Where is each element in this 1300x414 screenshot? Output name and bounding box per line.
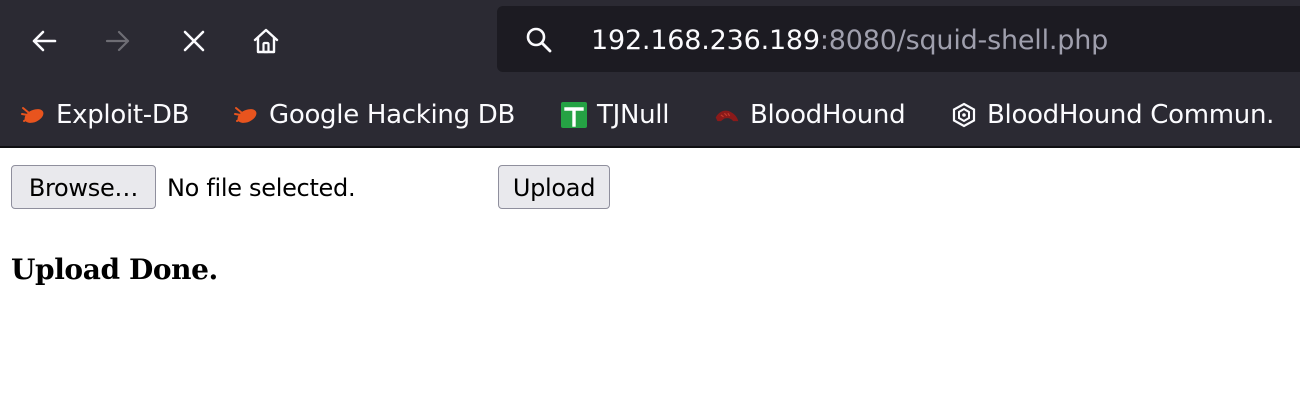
bookmark-label: TJNull	[597, 100, 670, 130]
bookmark-label: Exploit-DB	[56, 100, 190, 130]
stop-button[interactable]	[174, 21, 214, 61]
address-bar[interactable]: 192.168.236.189:8080/squid-shell.php	[497, 6, 1300, 72]
bloodhound-community-icon	[951, 102, 977, 128]
exploit-db-icon	[233, 102, 259, 128]
bookmark-label: BloodHound	[750, 100, 906, 130]
file-status-text: No file selected.	[167, 174, 356, 202]
navigation-toolbar: 192.168.236.189:8080/squid-shell.php	[0, 0, 1300, 86]
bookmark-exploit-db[interactable]: Exploit-DB	[20, 97, 189, 133]
bookmarks-toolbar: Exploit-DB Google Hacking DB TJNull Bloo…	[0, 86, 1300, 148]
bookmark-google-hacking-db[interactable]: Google Hacking DB	[233, 97, 515, 133]
close-icon	[183, 30, 205, 52]
home-icon	[253, 28, 279, 54]
url-text[interactable]: 192.168.236.189:8080/squid-shell.php	[591, 23, 1108, 59]
arrow-right-icon	[105, 30, 130, 52]
home-button[interactable]	[246, 21, 286, 61]
tjnull-icon	[561, 102, 587, 128]
bookmark-label: BloodHound Commun.	[987, 100, 1275, 130]
forward-button[interactable]	[98, 21, 138, 61]
url-path: :8080/squid-shell.php	[819, 25, 1109, 56]
bookmark-tjnull[interactable]: TJNull	[561, 97, 669, 133]
bookmark-bloodhound[interactable]: BloodHound	[714, 97, 906, 133]
url-host: 192.168.236.189	[591, 25, 820, 56]
arrow-left-icon	[32, 30, 57, 52]
exploit-db-icon	[20, 102, 46, 128]
bookmark-bloodhound-community[interactable]: BloodHound Commun.	[951, 97, 1274, 133]
upload-status-message: Upload Done.	[11, 253, 218, 286]
browse-button[interactable]: Browse…	[11, 165, 156, 209]
bloodhound-icon	[714, 102, 740, 128]
bookmark-label: Google Hacking DB	[269, 100, 516, 130]
search-icon	[526, 27, 552, 53]
upload-button[interactable]: Upload	[498, 165, 610, 209]
page-content: Browse… No file selected. Upload Upload …	[0, 148, 1300, 414]
back-button[interactable]	[24, 21, 64, 61]
